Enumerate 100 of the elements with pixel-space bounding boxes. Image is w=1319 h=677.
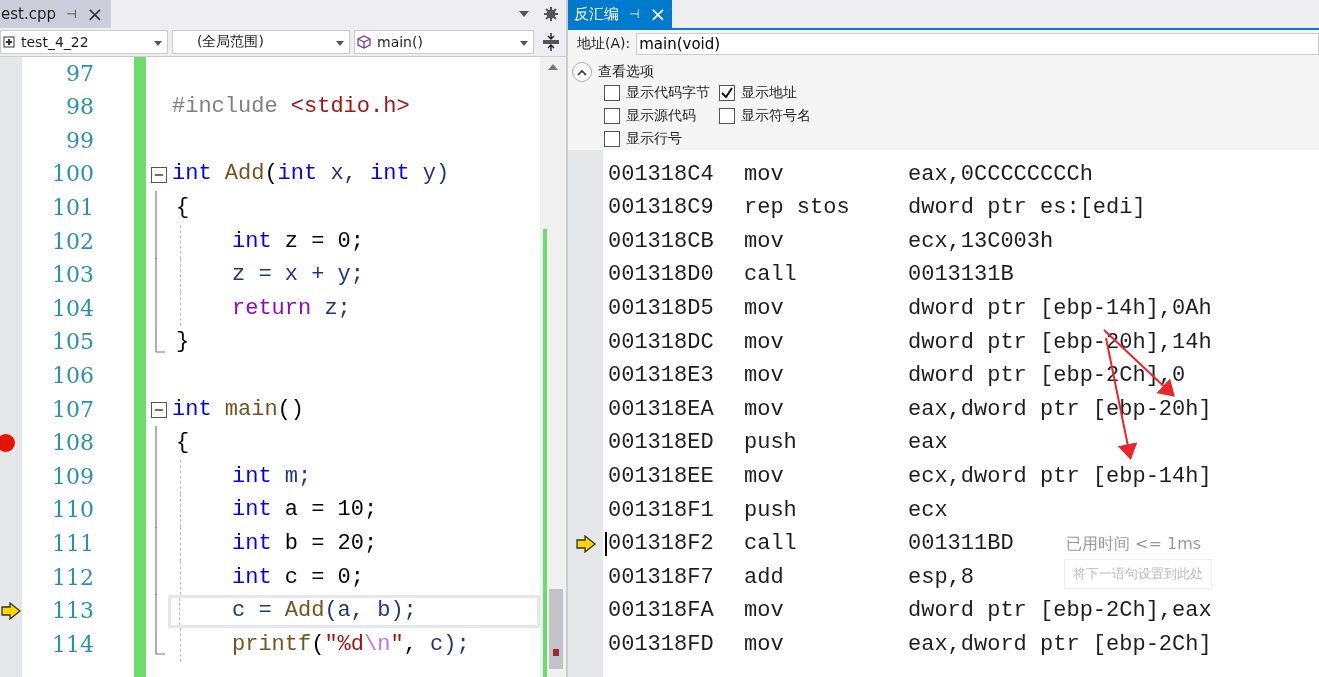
- checkbox[interactable]: [719, 85, 735, 101]
- line-number: 106: [52, 362, 94, 390]
- line-number: 108: [52, 430, 94, 457]
- pin-button[interactable]: ⊣: [629, 7, 640, 21]
- line-number: 100: [52, 161, 94, 188]
- member-dropdown[interactable]: main(): [354, 30, 534, 54]
- instruction-mnemonic: mov: [744, 598, 785, 625]
- instruction-address: 001318F2: [608, 531, 715, 558]
- checkbox[interactable]: [604, 85, 620, 101]
- scroll-thumb[interactable]: [549, 589, 563, 669]
- code-line: int Add(int x, int y): [172, 161, 450, 188]
- settings-icon[interactable]: [544, 7, 558, 21]
- instruction-address: 001318DC: [608, 329, 715, 356]
- instruction-address: 001318CB: [608, 228, 715, 256]
- code-line: int a = 10;: [231, 497, 378, 524]
- options-title: 查看选项: [598, 63, 654, 81]
- collapse-icon[interactable]: [151, 166, 167, 183]
- code-line: {: [175, 430, 190, 457]
- chevron-icon: [577, 68, 587, 76]
- line-number: 105: [52, 329, 94, 356]
- instruction-address: 001318D0: [608, 262, 715, 289]
- code-line: #include <stdio.h>: [172, 94, 410, 121]
- collapse-icon[interactable]: [151, 401, 167, 418]
- instruction-mnemonic: push: [744, 430, 798, 457]
- line-number: 99: [66, 127, 94, 155]
- checkbox[interactable]: [604, 131, 620, 147]
- scroll-up-icon[interactable]: [547, 63, 559, 71]
- instruction-address: 001318FD: [608, 631, 715, 659]
- checkbox[interactable]: [604, 108, 620, 124]
- code-line: int z = 0;: [231, 228, 364, 255]
- instruction-mnemonic: mov: [744, 363, 785, 390]
- line-number: 103: [52, 262, 94, 289]
- instruction-mnemonic: mov: [744, 396, 785, 424]
- instruction-mnemonic: mov: [744, 295, 785, 323]
- disassembly-tab[interactable]: 反汇编 ⊣ ×: [568, 0, 673, 28]
- breakpoint-margin[interactable]: [0, 57, 22, 677]
- instruction-address: 001318EA: [608, 396, 715, 424]
- instruction-operand: 0013131B: [908, 262, 1015, 289]
- checkbox-label: 显示源代码: [626, 107, 696, 125]
- code-line: int b = 20;: [231, 530, 378, 558]
- instruction-mnemonic: add: [744, 564, 785, 592]
- instruction-mnemonic: call: [744, 531, 798, 558]
- instruction-mnemonic: rep stos: [744, 195, 851, 222]
- breakpoint-marker: [553, 649, 559, 656]
- instruction-operand: dword ptr [ebp-2Ch],eax: [908, 598, 1212, 625]
- document-tab[interactable]: est.cpp ⊣ ×: [0, 0, 112, 28]
- code-line: c = Add(a, b);: [231, 598, 417, 625]
- instruction-mnemonic: mov: [744, 228, 785, 256]
- instruction-operand: eax: [908, 430, 949, 457]
- line-number: 101: [52, 194, 94, 222]
- split-icon[interactable]: [542, 32, 560, 52]
- instruction-address: 001318F7: [608, 564, 715, 592]
- line-number: 107: [52, 396, 94, 423]
- breakpoint-icon[interactable]: [0, 434, 15, 453]
- pin-button[interactable]: ⊣: [66, 7, 77, 21]
- line-number: 112: [52, 564, 94, 591]
- scrollbar[interactable]: [540, 57, 566, 677]
- code-line: {: [175, 194, 190, 222]
- instruction-address: 001318F1: [608, 497, 715, 524]
- instruction-address: 001318C4: [608, 161, 715, 188]
- address-field[interactable]: main(void): [636, 33, 1319, 55]
- dropdown-icon[interactable]: [518, 10, 530, 18]
- instruction-address: 001318C9: [608, 195, 715, 222]
- scope-dropdown[interactable]: (全局范围): [172, 30, 350, 54]
- code-line: return z;: [231, 295, 351, 323]
- instruction-operand: eax,dword ptr [ebp-2Ch]: [908, 631, 1212, 659]
- line-number: 109: [52, 463, 94, 491]
- collapse-button[interactable]: [572, 62, 592, 82]
- checkbox-label: 显示行号: [626, 130, 682, 148]
- checkbox-label: 显示符号名: [741, 107, 811, 125]
- instruction-mnemonic: call: [744, 262, 798, 289]
- line-number: 113: [52, 598, 94, 625]
- code-line: int main(): [172, 396, 304, 423]
- instruction-operand: esp,8: [908, 564, 975, 592]
- instruction-operand: ecx,13C003h: [908, 228, 1055, 256]
- instruction-operand: eax,0CCCCCCCCh: [908, 161, 1093, 188]
- tab-title: est.cpp: [1, 5, 56, 23]
- text-cursor: [605, 532, 607, 557]
- instruction-mnemonic: push: [744, 497, 798, 524]
- instruction-operand: ecx: [908, 497, 949, 524]
- tab-title: 反汇编: [574, 4, 619, 24]
- address-label: 地址(A):: [577, 35, 631, 53]
- instruction-address: 001318E3: [608, 363, 715, 390]
- instruction-mnemonic: mov: [744, 463, 785, 491]
- close-button[interactable]: ×: [86, 4, 104, 24]
- project-dropdown[interactable]: test_4_22: [0, 30, 168, 54]
- instruction-address: 001318D5: [608, 295, 715, 323]
- line-number: 97: [66, 60, 94, 87]
- close-button[interactable]: ×: [649, 4, 667, 24]
- instruction-mnemonic: mov: [744, 161, 785, 188]
- code-line: }: [175, 329, 190, 356]
- line-number: 110: [52, 497, 94, 524]
- instruction-operand: dword ptr es:[edi]: [908, 195, 1146, 222]
- checkbox[interactable]: [719, 108, 735, 124]
- instruction-mnemonic: mov: [744, 631, 785, 659]
- code-line: printf("%d\n", c);: [231, 631, 470, 659]
- line-number: 111: [52, 530, 94, 558]
- code-line: int c = 0;: [231, 564, 364, 591]
- instruction-address: 001318FA: [608, 598, 715, 625]
- code-line: z = x + y;: [231, 262, 365, 289]
